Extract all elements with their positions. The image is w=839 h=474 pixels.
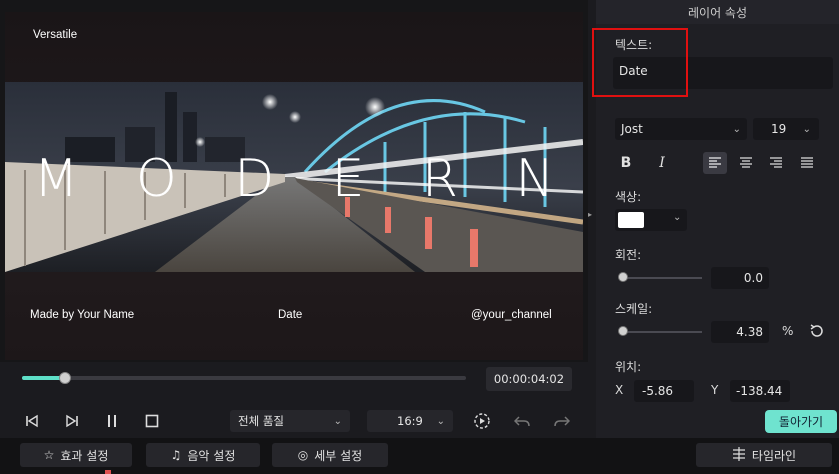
scale-slider-handle[interactable] — [618, 326, 628, 336]
italic-button[interactable]: I — [650, 152, 674, 174]
bridge-photo: M O D E R N — [5, 82, 583, 272]
scale-slider[interactable] — [620, 331, 702, 333]
pause-icon[interactable] — [100, 404, 124, 438]
playhead-marker — [105, 470, 111, 474]
reset-icon[interactable] — [808, 322, 826, 340]
overlay-channel[interactable]: @your_channel — [471, 309, 552, 321]
overlay-author[interactable]: Made by Your Name — [30, 309, 134, 321]
rotation-label: 회전: — [615, 248, 642, 262]
chevron-down-icon: ⌄ — [436, 415, 445, 427]
big-title-letters[interactable]: M O D E R N — [5, 144, 583, 214]
letter: R — [421, 149, 458, 209]
y-position-value[interactable]: -138.44 — [730, 380, 790, 402]
globe-icon: ◎ — [297, 448, 309, 462]
chevron-down-icon: ⌄ — [802, 123, 811, 135]
font-select[interactable]: Jost ⌄ — [615, 118, 747, 140]
align-center-icon[interactable] — [734, 152, 758, 174]
overlay-title[interactable]: Versatile — [33, 29, 77, 41]
chevron-down-icon: ⌄ — [333, 415, 342, 427]
detail-settings-button[interactable]: ◎ 세부 설정 — [272, 443, 388, 467]
playback-settings-icon[interactable] — [470, 404, 494, 438]
music-note-icon: ♫ — [170, 448, 182, 462]
overlay-date[interactable]: Date — [278, 309, 302, 321]
scrub-track[interactable] — [22, 376, 466, 380]
panel-title: 레이어 속성 — [596, 0, 839, 24]
stop-icon[interactable] — [140, 404, 164, 438]
quality-select[interactable]: 전체 품질 ⌄ — [230, 410, 350, 432]
ratio-label: 16:9 — [397, 414, 423, 428]
font-select-value: Jost — [621, 122, 643, 136]
rotation-value[interactable]: 0.0 — [711, 267, 769, 289]
color-label: 색상: — [615, 190, 642, 204]
timeline-label: 타임라인 — [751, 448, 797, 463]
aspect-ratio-select[interactable]: 16:9 ⌄ — [367, 410, 453, 432]
align-left-icon[interactable] — [703, 152, 727, 174]
prev-frame-icon[interactable] — [20, 404, 44, 438]
x-position-value[interactable]: -5.86 — [634, 380, 694, 402]
sparkle-icon: ☆ — [43, 448, 55, 462]
scrub-handle[interactable] — [59, 372, 71, 384]
scale-value[interactable]: 4.38 — [711, 321, 769, 343]
bold-button[interactable]: B — [614, 152, 638, 174]
color-swatch — [618, 212, 644, 228]
panel-collapse-icon[interactable]: ▸ — [588, 210, 594, 220]
redo-icon[interactable] — [550, 404, 574, 438]
video-canvas[interactable]: Versatile M O D E R N Made by Your Name … — [5, 12, 583, 360]
rotation-slider[interactable] — [620, 277, 702, 279]
highlight-box — [592, 28, 688, 97]
letter: M — [33, 149, 79, 209]
scrub-progress — [22, 376, 64, 380]
next-frame-icon[interactable] — [60, 404, 84, 438]
timeline-button[interactable]: 타임라인 — [696, 443, 832, 467]
letter: E — [331, 149, 365, 209]
quality-label: 전체 품질 — [238, 414, 284, 428]
position-label: 위치: — [615, 360, 642, 374]
playback-controls: 전체 품질 ⌄ 16:9 ⌄ — [0, 404, 588, 438]
font-size-select[interactable]: 19 ⌄ — [753, 118, 819, 140]
x-label: X — [615, 383, 624, 397]
scale-unit: % — [782, 324, 794, 338]
chevron-down-icon: ⌄ — [732, 123, 741, 135]
timeline-icon — [732, 446, 746, 464]
music-settings-label: 음악 설정 — [187, 448, 236, 463]
detail-settings-label: 세부 설정 — [314, 448, 363, 463]
align-justify-icon[interactable] — [795, 152, 819, 174]
timecode-display: 00:00:04:02 — [486, 367, 572, 391]
font-size-value: 19 — [771, 122, 787, 136]
letter: O — [135, 149, 177, 209]
letter: N — [515, 149, 555, 209]
music-settings-button[interactable]: ♫ 음악 설정 — [146, 443, 260, 467]
effects-settings-button[interactable]: ☆ 효과 설정 — [20, 443, 132, 467]
color-picker[interactable]: ⌄ — [615, 209, 687, 231]
effects-settings-label: 효과 설정 — [60, 448, 109, 463]
align-right-icon[interactable] — [764, 152, 788, 174]
scale-label: 스케일: — [615, 302, 653, 316]
letter: D — [234, 149, 275, 209]
undo-icon[interactable] — [510, 404, 534, 438]
y-label: Y — [711, 383, 719, 397]
chevron-down-icon: ⌄ — [673, 212, 682, 223]
back-button[interactable]: 돌아가기 — [765, 410, 837, 433]
rotation-slider-handle[interactable] — [618, 272, 628, 282]
